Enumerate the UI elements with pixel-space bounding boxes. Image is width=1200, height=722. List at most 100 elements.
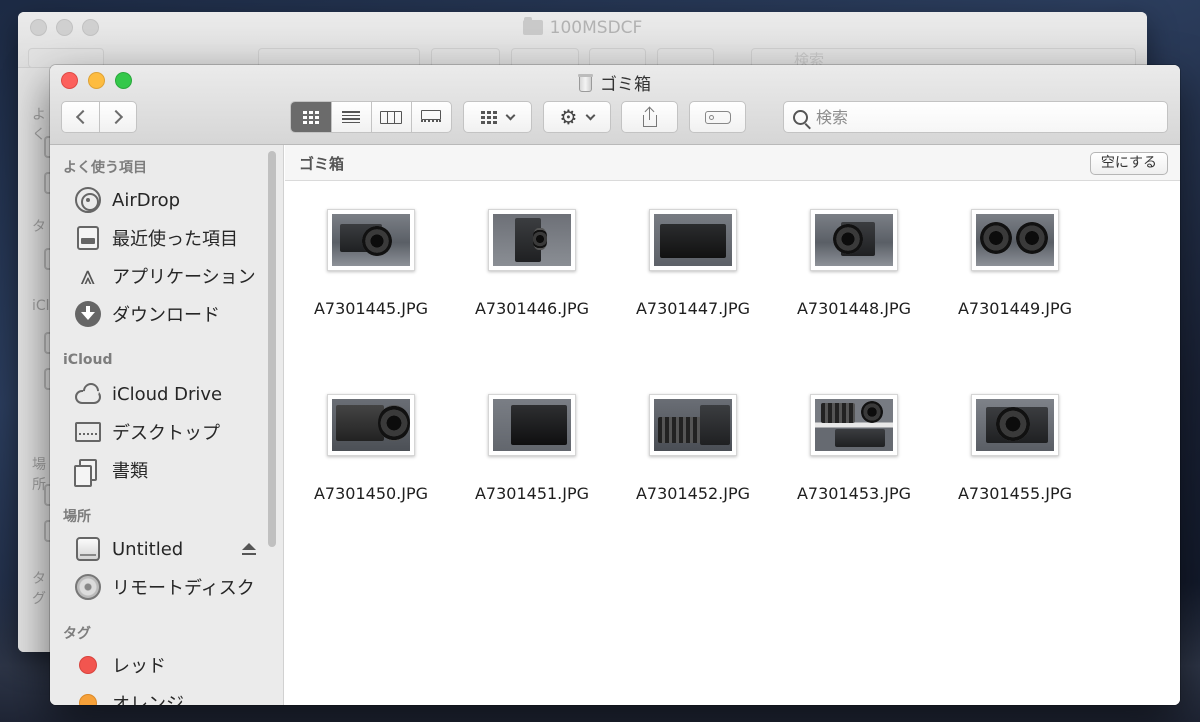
downloads-icon xyxy=(75,301,101,327)
file-item[interactable]: A7301450.JPG xyxy=(290,394,452,524)
sidebar-item-applications[interactable]: ⩓ アプリケーション xyxy=(74,259,264,293)
background-sidebar-fragment: iCl xyxy=(32,298,50,314)
image-thumbnail xyxy=(488,394,576,456)
image-thumbnail xyxy=(810,394,898,456)
grid-icon xyxy=(481,110,497,124)
file-item[interactable]: A7301447.JPG xyxy=(612,209,774,339)
sidebar-item-label: 最近使った項目 xyxy=(112,229,238,250)
sidebar-item-icloud-drive[interactable]: iCloud Drive xyxy=(74,377,264,411)
background-sidebar-fragment: タ xyxy=(32,219,46,235)
action-button[interactable]: ⚙ xyxy=(543,101,611,133)
column-view-icon xyxy=(380,110,403,124)
sidebar-item-downloads[interactable]: ダウンロード xyxy=(74,297,264,331)
sidebar-item-airdrop[interactable]: AirDrop xyxy=(74,183,264,217)
orange-tag-icon xyxy=(79,694,97,705)
gallery-view-button[interactable] xyxy=(410,102,451,132)
image-thumbnail xyxy=(971,394,1059,456)
sidebar-item-label: オレンジ xyxy=(112,694,184,705)
file-name: A7301446.JPG xyxy=(474,299,590,318)
sidebar-section-locations: 場所 xyxy=(63,509,91,525)
search-field[interactable] xyxy=(783,101,1168,133)
sidebar-item-untitled[interactable]: Untitled xyxy=(74,532,264,566)
file-name: A7301451.JPG xyxy=(474,484,590,503)
cloud-icon xyxy=(75,390,101,404)
image-thumbnail xyxy=(649,394,737,456)
gear-icon: ⚙ xyxy=(559,105,578,129)
view-mode-control xyxy=(290,101,452,133)
file-name: A7301448.JPG xyxy=(796,299,912,318)
sidebar-item-label: レッド xyxy=(112,656,166,677)
gallery-view-icon xyxy=(421,110,442,124)
back-button[interactable] xyxy=(62,102,99,132)
sidebar-item-tag-orange[interactable]: オレンジ xyxy=(74,686,264,705)
file-item[interactable]: A7301449.JPG xyxy=(934,209,1096,339)
file-item[interactable]: A7301451.JPG xyxy=(451,394,613,524)
background-titlebar: 100MSDCF 検索 xyxy=(18,12,1147,69)
background-window-title: 100MSDCF xyxy=(18,17,1147,38)
sidebar-item-label: デスクトップ xyxy=(112,423,220,444)
eject-icon[interactable] xyxy=(242,543,256,555)
chevron-right-icon xyxy=(108,109,124,125)
file-item[interactable]: A7301455.JPG xyxy=(934,394,1096,524)
sidebar-item-desktop[interactable]: デスクトップ xyxy=(74,415,264,449)
empty-trash-button[interactable]: 空にする xyxy=(1089,152,1168,175)
sidebar-item-documents[interactable]: 書類 xyxy=(74,453,264,487)
sidebar[interactable]: よく使う項目 AirDrop 最近使った項目 ⩓ アプリケーション ダウンロード… xyxy=(50,145,284,705)
sidebar-item-label: 書類 xyxy=(112,461,148,482)
desktop-icon xyxy=(75,422,101,442)
background-sidebar-fragment: タグ xyxy=(32,571,46,607)
tag-button[interactable] xyxy=(689,101,746,133)
icon-view-button[interactable] xyxy=(291,102,331,132)
file-name: A7301445.JPG xyxy=(313,299,429,318)
forward-button[interactable] xyxy=(99,102,136,132)
file-name: A7301450.JPG xyxy=(313,484,429,503)
file-item[interactable]: A7301446.JPG xyxy=(451,209,613,339)
file-item[interactable]: A7301448.JPG xyxy=(773,209,935,339)
titlebar-toolbar[interactable]: ゴミ箱 ⚙ xyxy=(50,65,1180,145)
chevron-down-icon xyxy=(586,110,596,120)
image-thumbnail xyxy=(327,394,415,456)
sidebar-item-label: アプリケーション xyxy=(112,267,256,288)
column-view-button[interactable] xyxy=(370,102,411,132)
file-item[interactable]: A7301453.JPG xyxy=(773,394,935,524)
sidebar-section-icloud: iCloud xyxy=(63,352,113,368)
image-thumbnail xyxy=(327,209,415,271)
folder-title: ゴミ箱 xyxy=(299,155,345,173)
icon-view-icon xyxy=(302,110,319,124)
sidebar-item-remote-disc[interactable]: リモートディスク xyxy=(74,570,264,604)
arrange-button[interactable] xyxy=(463,101,532,133)
chevron-left-icon xyxy=(75,109,90,125)
sidebar-item-label: リモートディスク xyxy=(112,578,255,599)
file-item[interactable]: A7301452.JPG xyxy=(612,394,774,524)
nav-buttons xyxy=(61,101,137,133)
sidebar-section-tags: タグ xyxy=(63,626,91,642)
recents-icon xyxy=(77,226,99,250)
content-area[interactable]: ゴミ箱 空にする A7301445.JPG A7301446.JPG A7301… xyxy=(285,145,1180,705)
share-button[interactable] xyxy=(621,101,678,133)
trash-icon xyxy=(578,74,593,92)
sidebar-item-label: AirDrop xyxy=(112,189,181,211)
applications-icon: ⩓ xyxy=(80,261,96,291)
list-view-button[interactable] xyxy=(330,102,371,132)
tag-icon xyxy=(704,110,731,124)
image-thumbnail xyxy=(971,209,1059,271)
finder-window-trash[interactable]: ゴミ箱 ⚙ 検索 よく使う項目 AirDrop 最近使った項目 ⩓ アプリケーシ… xyxy=(50,65,1180,705)
chevron-down-icon xyxy=(505,110,516,120)
image-thumbnail xyxy=(649,209,737,271)
search-input[interactable] xyxy=(816,107,1146,127)
file-item[interactable]: A7301445.JPG xyxy=(290,209,452,339)
file-name: A7301453.JPG xyxy=(796,484,912,503)
sidebar-item-tag-red[interactable]: レッド xyxy=(74,648,264,682)
remote-disc-icon xyxy=(75,574,101,600)
sidebar-item-label: Untitled xyxy=(112,538,184,560)
sidebar-section-favorites: よく使う項目 xyxy=(63,160,147,176)
file-name: A7301447.JPG xyxy=(635,299,751,318)
file-name: A7301452.JPG xyxy=(635,484,751,503)
sidebar-item-recents[interactable]: 最近使った項目 xyxy=(74,221,264,255)
image-thumbnail xyxy=(810,209,898,271)
documents-icon xyxy=(74,459,97,487)
trash-header-bar: ゴミ箱 空にする xyxy=(285,145,1180,181)
background-sidebar: よく タ iCl 場所 タグ xyxy=(18,68,54,652)
sidebar-scrollbar[interactable] xyxy=(268,151,276,547)
red-tag-icon xyxy=(79,656,97,674)
